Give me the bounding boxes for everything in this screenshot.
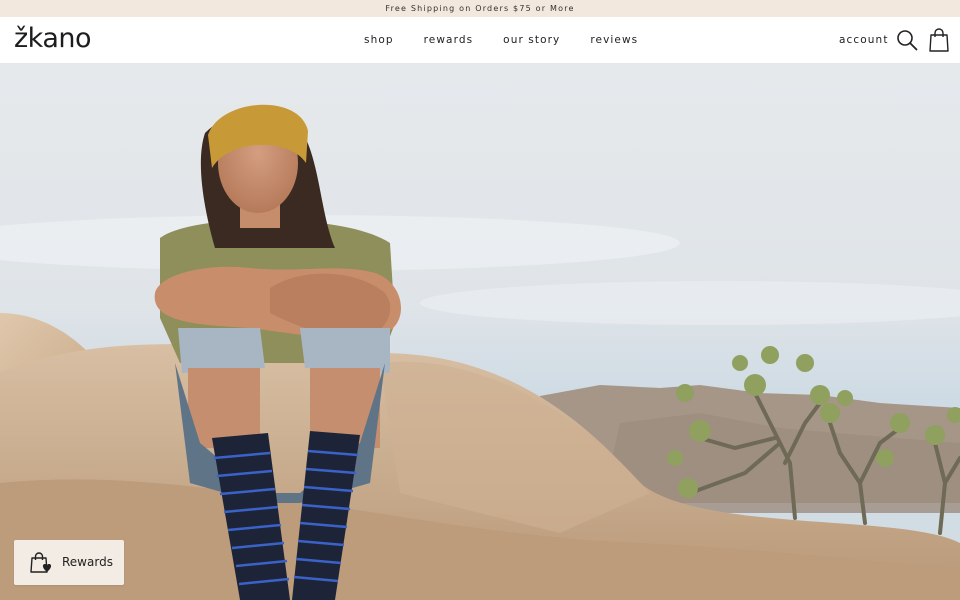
search-icon[interactable] <box>896 29 918 51</box>
announcement-bar: Free Shipping on Orders $75 or More <box>0 0 960 17</box>
logo[interactable]: žkano <box>14 23 92 54</box>
hero-image <box>0 63 960 600</box>
rewards-widget[interactable]: Rewards <box>14 540 124 585</box>
nav-item-rewards[interactable]: rewards <box>424 34 474 46</box>
nav-item-shop[interactable]: shop <box>364 34 394 46</box>
account-link[interactable]: account <box>839 34 889 46</box>
hero-photo <box>0 63 960 600</box>
nav-item-our-story[interactable]: our story <box>503 34 560 46</box>
shopping-bag-icon[interactable] <box>929 28 949 52</box>
shopping-bag-heart-icon <box>30 552 52 573</box>
main-nav: shop rewards our story reviews <box>364 34 638 46</box>
rewards-label: Rewards <box>62 555 113 569</box>
nav-item-reviews[interactable]: reviews <box>590 34 638 46</box>
site-header: žkano shop rewards our story reviews acc… <box>0 17 960 64</box>
